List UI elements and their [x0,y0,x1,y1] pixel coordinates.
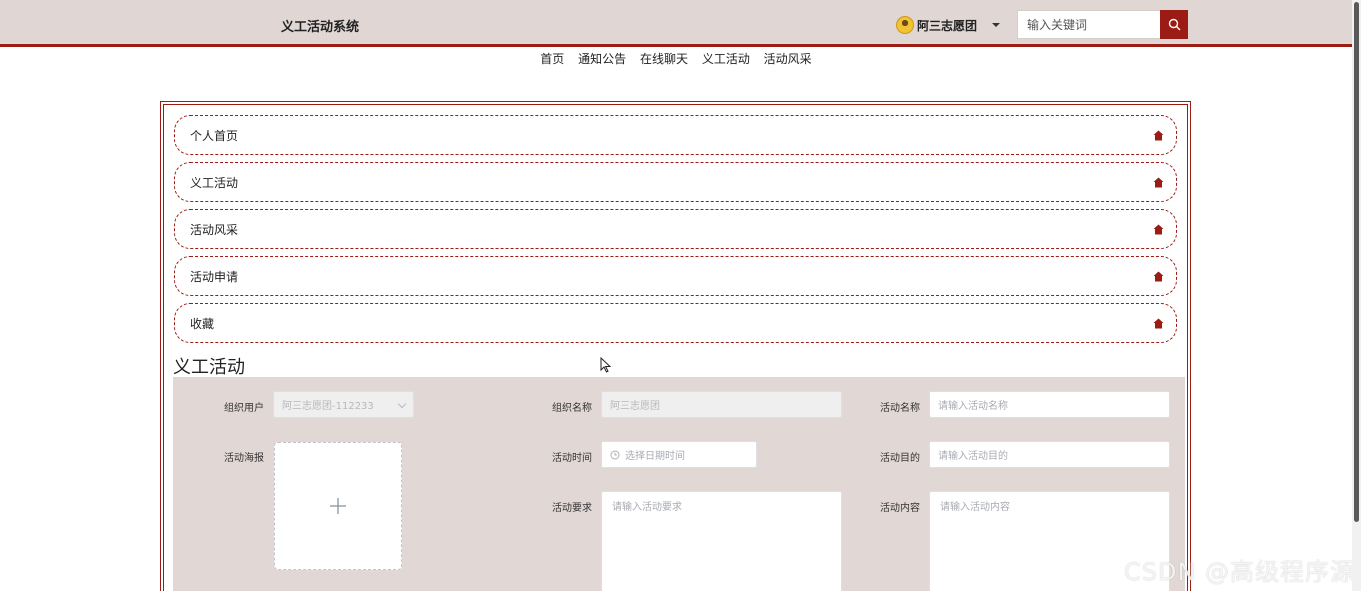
mouse-cursor-icon [600,357,611,373]
menu-item-activity[interactable]: 义工活动 [174,162,1177,202]
content-label: 活动内容 [880,503,920,514]
menu-item-apply[interactable]: 活动申请 [174,256,1177,296]
avatar [896,16,914,34]
org-name-field[interactable]: 阿三志愿团 [601,391,842,418]
top-bar: 义工活动系统 阿三志愿团 [0,0,1361,47]
page-title: 义工活动 [173,357,245,378]
requirement-textarea[interactable]: 请输入活动要求 [601,491,842,591]
nav-home[interactable]: 首页 [540,50,564,67]
scrollbar[interactable] [1352,0,1361,591]
time-placeholder: 选择日期时间 [625,451,685,462]
activity-name-input[interactable]: 请输入活动名称 [929,391,1170,418]
purpose-label: 活动目的 [880,453,920,464]
activity-name-label: 活动名称 [880,403,920,414]
brand-title[interactable]: 义工活动系统 [281,16,359,35]
search-input[interactable] [1017,10,1160,39]
home-icon [1153,224,1164,234]
org-user-select[interactable]: 阿三志愿团-112233 [273,391,414,418]
nav-activity[interactable]: 义工活动 [702,50,750,67]
search-icon [1168,18,1180,31]
menu-item-favorites[interactable]: 收藏 [174,303,1177,343]
scrollbar-thumb[interactable] [1354,2,1359,522]
content-placeholder: 请输入活动内容 [940,502,1010,513]
nav-notice[interactable]: 通知公告 [578,50,626,67]
requirement-placeholder: 请输入活动要求 [612,502,682,513]
search-box [1017,10,1188,39]
menu-item-label: 义工活动 [190,175,239,190]
purpose-input[interactable]: 请输入活动目的 [929,441,1170,468]
org-name-label: 组织名称 [552,403,592,414]
menu-item-gallery[interactable]: 活动风采 [174,209,1177,249]
time-picker[interactable]: 选择日期时间 [601,441,757,468]
search-button[interactable] [1160,10,1188,39]
watermark: CSDN @高级程序源 [1124,558,1356,586]
menu-item-label: 收藏 [190,316,215,331]
user-name: 阿三志愿团 [917,18,978,33]
clock-icon [610,450,620,459]
time-label: 活动时间 [552,453,592,464]
nav-chat[interactable]: 在线聊天 [640,50,688,67]
menu-item-label: 活动申请 [190,269,239,284]
home-icon [1153,130,1164,140]
org-user-value: 阿三志愿团-112233 [282,401,374,412]
requirement-label: 活动要求 [552,503,592,514]
plus-icon [330,498,346,514]
chevron-down-icon [397,399,407,409]
chevron-down-icon[interactable] [992,23,1001,27]
home-icon [1153,271,1164,281]
home-icon [1153,177,1164,187]
menu-item-label: 个人首页 [190,128,239,143]
org-name-value: 阿三志愿团 [610,401,660,412]
main-container: 个人首页 义工活动 活动风采 活动申请 收藏 义工活动 组织用户 阿三志愿团-1… [160,101,1191,591]
activity-form: 组织用户 阿三志愿团-112233 组织名称 阿三志愿团 活动名称 请输入活动名… [173,377,1185,591]
activity-name-placeholder: 请输入活动名称 [938,401,1008,412]
purpose-placeholder: 请输入活动目的 [938,451,1008,462]
home-icon [1153,318,1164,328]
menu-item-profile[interactable]: 个人首页 [174,115,1177,155]
poster-label: 活动海报 [224,453,264,464]
org-user-label: 组织用户 [224,403,264,414]
poster-upload[interactable] [274,442,402,570]
main-nav: 首页 通知公告 在线聊天 义工活动 活动风采 [0,50,1352,67]
nav-gallery[interactable]: 活动风采 [764,50,812,67]
user-menu[interactable]: 阿三志愿团 [896,14,1001,36]
menu-item-label: 活动风采 [190,222,239,237]
